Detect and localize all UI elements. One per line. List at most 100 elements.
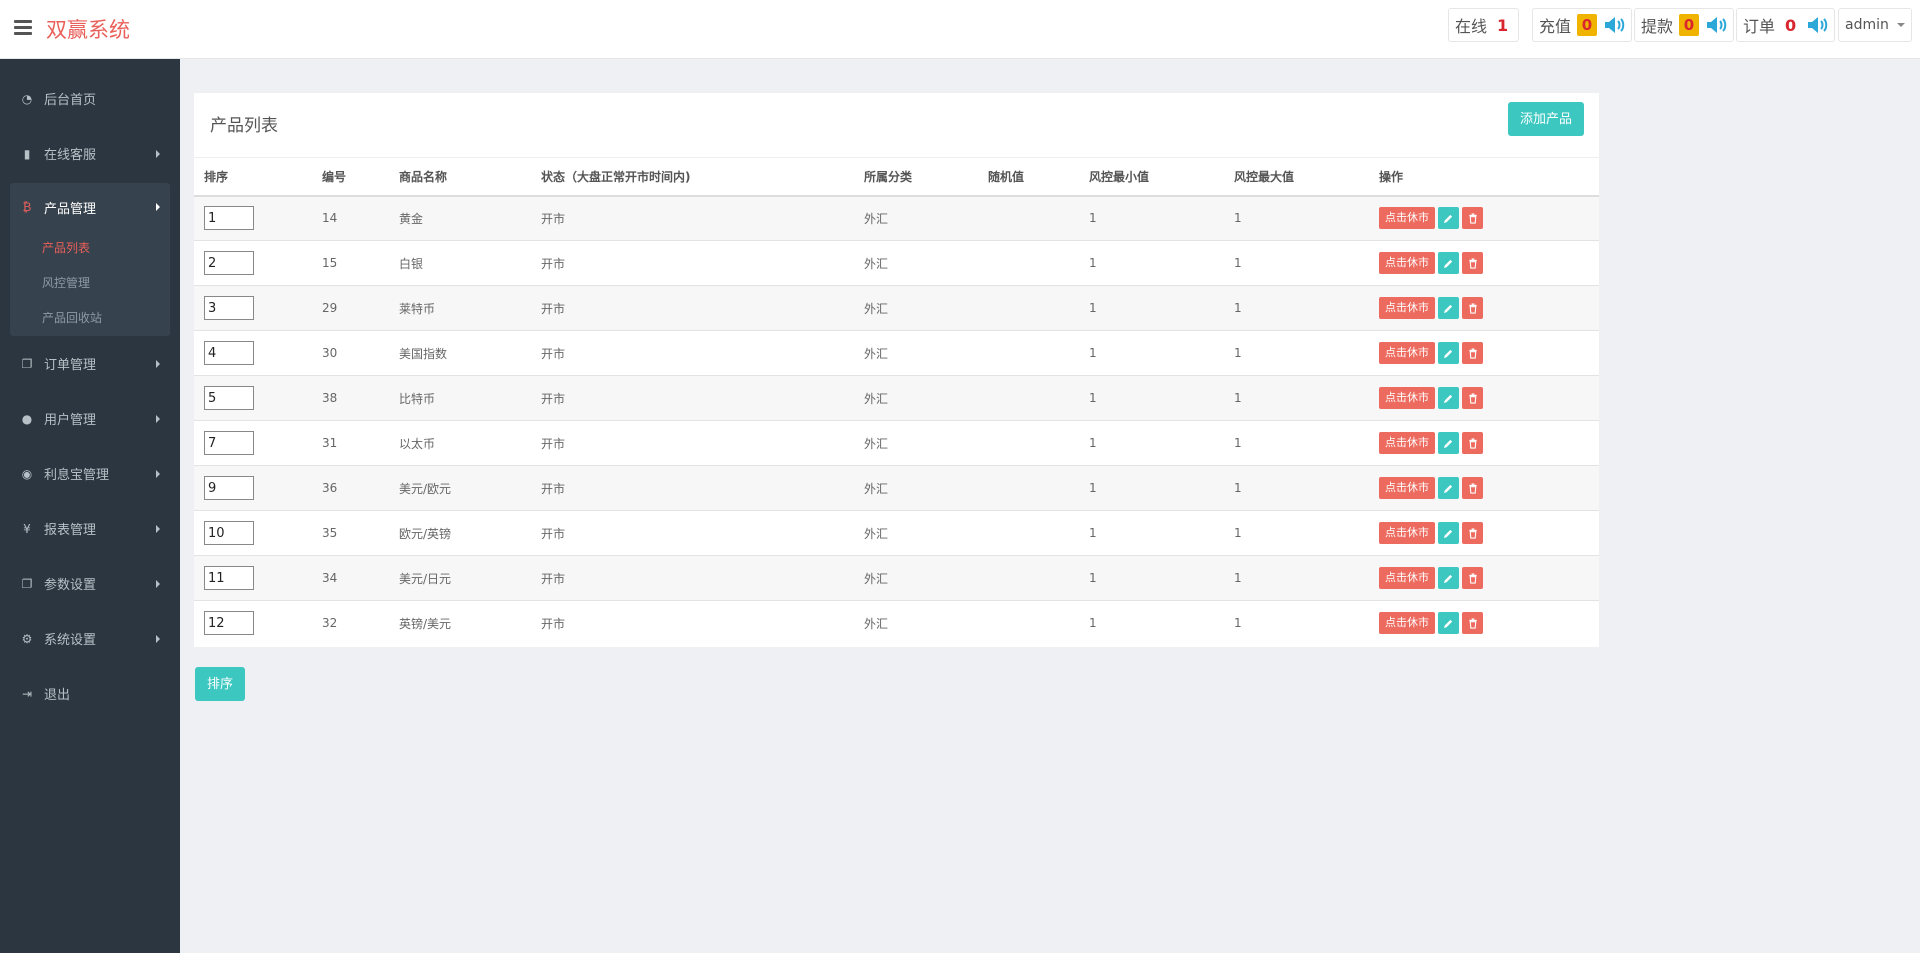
id-cell: 36 <box>312 465 389 511</box>
name-cell: 黄金 <box>389 195 531 241</box>
book-icon: ▮ <box>23 146 31 161</box>
sort-cell <box>194 240 312 286</box>
close-market-button[interactable]: 点击休市 <box>1379 387 1435 409</box>
sidebar-item-params[interactable]: ❐ 参数设置 <box>0 556 180 611</box>
user-icon: ● <box>21 411 33 426</box>
risk-min-cell: 1 <box>1079 600 1224 646</box>
sidebar-subitem-product-list[interactable]: 产品列表 <box>10 231 170 266</box>
trash-icon[interactable] <box>1462 567 1483 589</box>
sort-order-input[interactable] <box>204 251 254 275</box>
user-dropdown[interactable]: admin <box>1838 8 1912 42</box>
sidebar-item-orders[interactable]: ❐ 订单管理 <box>0 336 180 391</box>
sort-order-input[interactable] <box>204 521 254 545</box>
risk-max-cell: 1 <box>1224 600 1369 646</box>
sort-button[interactable]: 排序 <box>195 667 246 701</box>
sort-order-input[interactable] <box>204 431 254 455</box>
sort-cell <box>194 375 312 421</box>
close-market-button[interactable]: 点击休市 <box>1379 567 1435 589</box>
sort-order-input[interactable] <box>204 206 254 231</box>
recharge-indicator[interactable]: 充值 0 <box>1532 8 1633 42</box>
close-market-button[interactable]: 点击休市 <box>1379 252 1435 274</box>
trash-icon[interactable] <box>1462 252 1483 274</box>
trash-icon[interactable] <box>1462 342 1483 364</box>
category-cell: 外汇 <box>854 195 978 241</box>
trash-icon[interactable] <box>1462 522 1483 544</box>
sidebar-item-support[interactable]: ▮ 在线客服 <box>0 126 180 181</box>
volume-icon[interactable] <box>1806 16 1828 34</box>
sidebar-subitem-risk-control[interactable]: 风控管理 <box>10 266 170 301</box>
risk-max-cell: 1 <box>1224 510 1369 556</box>
yen-icon: ¥ <box>23 521 31 536</box>
sidebar-item-reports[interactable]: ¥ 报表管理 <box>0 501 180 556</box>
sidebar-item-products[interactable]: ₿ 产品管理 <box>10 183 170 231</box>
sort-cell <box>194 555 312 601</box>
sort-order-input[interactable] <box>204 296 254 320</box>
edit-icon[interactable] <box>1438 612 1459 635</box>
recharge-label: 充值 <box>1539 17 1572 36</box>
edit-icon[interactable] <box>1438 297 1459 319</box>
category-cell: 外汇 <box>854 375 978 421</box>
category-cell: 外汇 <box>854 510 978 556</box>
table-row: 35欧元/英镑开市外汇 11 点击休市 <box>194 510 1599 556</box>
status-cell: 开市 <box>531 375 854 421</box>
menu-toggle-icon[interactable] <box>14 20 32 36</box>
sort-order-input[interactable] <box>204 341 254 365</box>
close-market-button[interactable]: 点击休市 <box>1379 207 1435 230</box>
close-market-button[interactable]: 点击休市 <box>1379 342 1435 364</box>
random-cell <box>978 240 1079 286</box>
sidebar-item-dashboard[interactable]: ◔ 后台首页 <box>0 71 180 126</box>
name-cell: 欧元/英镑 <box>389 510 531 556</box>
close-market-button[interactable]: 点击休市 <box>1379 522 1435 544</box>
edit-icon[interactable] <box>1438 207 1459 230</box>
risk-min-cell: 1 <box>1079 285 1224 331</box>
id-cell: 14 <box>312 195 389 241</box>
trash-icon[interactable] <box>1462 612 1483 635</box>
edit-icon[interactable] <box>1438 567 1459 589</box>
trash-icon[interactable] <box>1462 297 1483 319</box>
name-cell: 以太币 <box>389 420 531 466</box>
sidebar-subitem-recycle-bin[interactable]: 产品回收站 <box>10 301 170 336</box>
sort-order-input[interactable] <box>204 476 254 500</box>
edit-icon[interactable] <box>1438 252 1459 274</box>
sort-order-input[interactable] <box>204 566 254 590</box>
edit-icon[interactable] <box>1438 387 1459 409</box>
edit-icon[interactable] <box>1438 432 1459 454</box>
risk-min-cell: 1 <box>1079 195 1224 241</box>
order-indicator[interactable]: 订单 0 <box>1736 8 1836 42</box>
edit-icon[interactable] <box>1438 342 1459 364</box>
page-title: 产品列表 <box>210 116 278 136</box>
table-row: 14黄金开市外汇 11 点击休市 <box>194 195 1599 241</box>
sidebar-item-system[interactable]: ⚙ 系统设置 <box>0 611 180 666</box>
sidebar-item-logout[interactable]: ⇥ 退出 <box>0 666 180 721</box>
close-market-button[interactable]: 点击休市 <box>1379 297 1435 319</box>
trash-icon[interactable] <box>1462 432 1483 454</box>
volume-icon[interactable] <box>1705 16 1727 34</box>
online-label: 在线 <box>1455 17 1488 36</box>
sidebar-item-interest[interactable]: ◉ 利息宝管理 <box>0 446 180 501</box>
risk-min-cell: 1 <box>1079 240 1224 286</box>
status-cell: 开市 <box>531 330 854 376</box>
order-count: 0 <box>1785 15 1797 35</box>
withdraw-indicator[interactable]: 提款 0 <box>1634 8 1735 42</box>
chevron-right-icon <box>156 634 160 643</box>
trash-icon[interactable] <box>1462 477 1483 499</box>
table-row: 36美元/欧元开市外汇 11 点击休市 <box>194 465 1599 511</box>
category-cell: 外汇 <box>854 555 978 601</box>
risk-min-cell: 1 <box>1079 375 1224 421</box>
edit-icon[interactable] <box>1438 477 1459 499</box>
sidebar-item-users[interactable]: ● 用户管理 <box>0 391 180 446</box>
trash-icon[interactable] <box>1462 207 1483 230</box>
close-market-button[interactable]: 点击休市 <box>1379 477 1435 499</box>
close-market-button[interactable]: 点击休市 <box>1379 432 1435 454</box>
status-cell: 开市 <box>531 510 854 556</box>
actions-cell: 点击休市 <box>1369 195 1599 241</box>
sort-order-input[interactable] <box>204 386 254 410</box>
close-market-button[interactable]: 点击休市 <box>1379 612 1435 635</box>
table-row: 29莱特币开市外汇 11 点击休市 <box>194 285 1599 331</box>
sort-order-input[interactable] <box>204 611 254 636</box>
edit-icon[interactable] <box>1438 522 1459 544</box>
name-cell: 比特币 <box>389 375 531 421</box>
trash-icon[interactable] <box>1462 387 1483 409</box>
add-product-button[interactable]: 添加产品 <box>1507 102 1584 136</box>
volume-icon[interactable] <box>1603 16 1625 34</box>
